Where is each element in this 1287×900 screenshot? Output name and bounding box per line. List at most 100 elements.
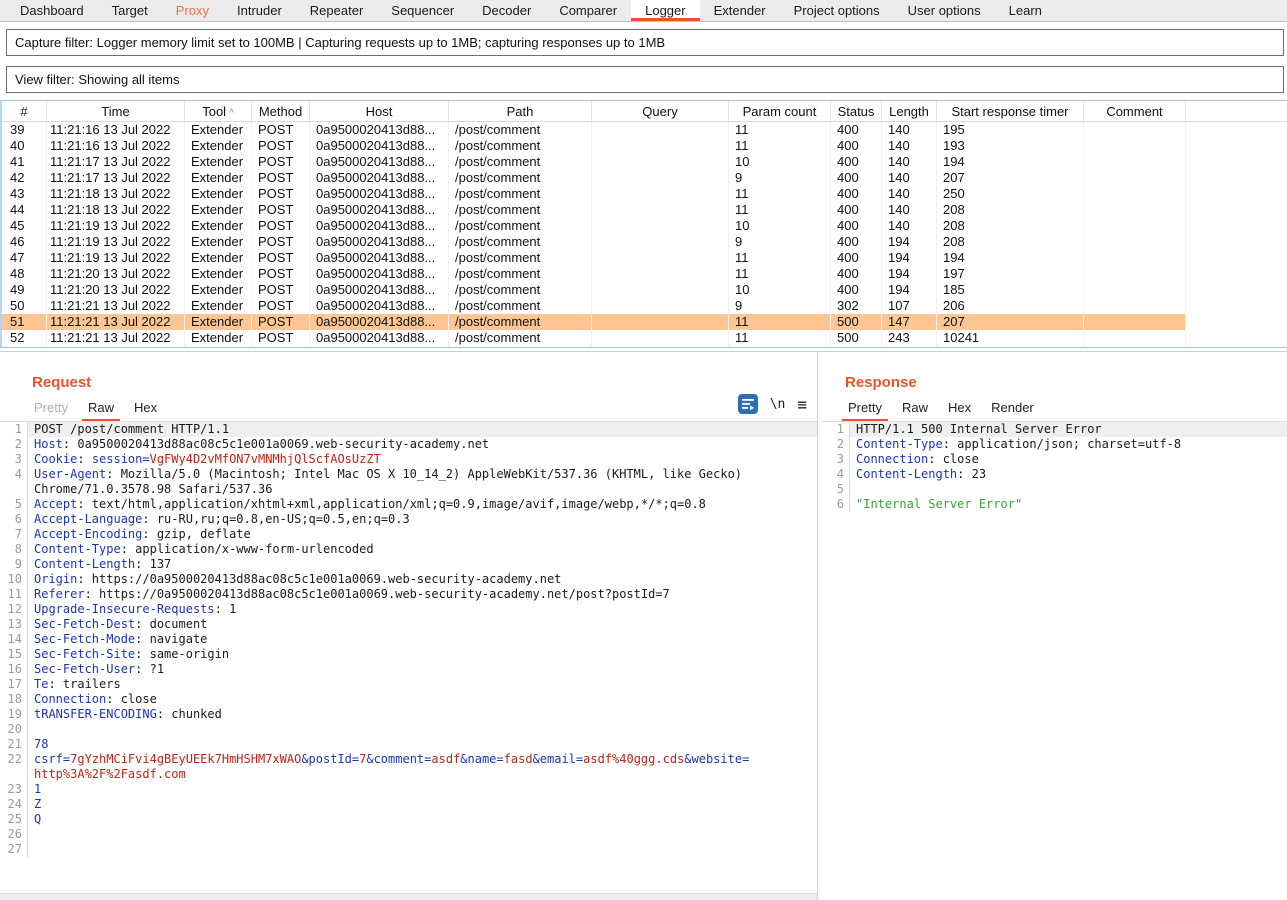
line-content: Accept-Language: ru-RU,ru;q=0.8,en-US;q=… [28,512,817,527]
editor-line: 11Referer: https://0a9500020413d88ac08c5… [0,587,817,602]
editor-menu-icon[interactable]: ≡ [797,395,807,414]
cell-path: /post/comment [449,282,592,298]
table-row[interactable]: 4211:21:17 13 Jul 2022ExtenderPOST0a9500… [2,170,1287,186]
column-header-status[interactable]: Status [831,101,882,121]
request-tab-pretty[interactable]: Pretty [24,398,78,422]
tab-logger[interactable]: Logger [631,0,699,21]
cell-start-response-timer: 10241 [937,330,1084,346]
response-tab-render[interactable]: Render [981,398,1044,422]
tab-intruder[interactable]: Intruder [223,0,296,21]
table-row[interactable]: 5011:21:21 13 Jul 2022ExtenderPOST0a9500… [2,298,1287,314]
tab-extender[interactable]: Extender [700,0,780,21]
table-row[interactable]: 5111:21:21 13 Jul 2022ExtenderPOST0a9500… [2,314,1287,330]
cell-status: 500 [831,330,882,346]
view-filter-bar[interactable]: View filter: Showing all items [6,66,1284,93]
cell-time: 11:21:18 13 Jul 2022 [47,202,185,218]
request-tab-hex[interactable]: Hex [124,398,167,422]
tab-dashboard[interactable]: Dashboard [6,0,98,21]
column-header-tool[interactable]: Tool^ [185,101,252,121]
tab-target[interactable]: Target [98,0,162,21]
column-header-query[interactable]: Query [592,101,729,121]
column-header-start-response-timer[interactable]: Start response timer [937,101,1084,121]
cell-query [592,186,729,202]
column-header-host[interactable]: Host [310,101,449,121]
cell-tool: Extender [185,314,252,330]
column-header-length[interactable]: Length [882,101,937,121]
cell--: 43 [2,186,47,202]
line-number: 7 [0,527,28,542]
newline-toggle-icon[interactable]: \n [770,397,786,412]
request-tab-raw[interactable]: Raw [78,398,124,422]
table-row[interactable]: 4011:21:16 13 Jul 2022ExtenderPOST0a9500… [2,138,1287,154]
editor-line: 3Cookie: session=VgFWy4D2vMfON7vMNMhjQlS… [0,452,817,467]
tab-proxy[interactable]: Proxy [162,0,223,21]
editor-line: 7Accept-Encoding: gzip, deflate [0,527,817,542]
cell-query [592,314,729,330]
cell-time: 11:21:20 13 Jul 2022 [47,266,185,282]
line-number: 3 [822,452,850,467]
table-row[interactable]: 4911:21:20 13 Jul 2022ExtenderPOST0a9500… [2,282,1287,298]
tab-repeater[interactable]: Repeater [296,0,377,21]
editor-line: 1POST /post/comment HTTP/1.1 [0,422,817,437]
tab-user-options[interactable]: User options [894,0,995,21]
cell-path: /post/comment [449,186,592,202]
tab-project-options[interactable]: Project options [780,0,894,21]
line-content: Accept: text/html,application/xhtml+xml,… [28,497,817,512]
table-row[interactable]: 4111:21:17 13 Jul 2022ExtenderPOST0a9500… [2,154,1287,170]
table-row[interactable]: 4611:21:19 13 Jul 2022ExtenderPOST0a9500… [2,234,1287,250]
tab-decoder[interactable]: Decoder [468,0,545,21]
column-header-path[interactable]: Path [449,101,592,121]
cell-status: 400 [831,122,882,138]
response-tabs: PrettyRawHexRender [838,398,1044,422]
tab-learn[interactable]: Learn [995,0,1056,21]
response-editor[interactable]: 1HTTP/1.1 500 Internal Server Error2Cont… [822,422,1287,900]
table-row[interactable]: 4411:21:18 13 Jul 2022ExtenderPOST0a9500… [2,202,1287,218]
table-row[interactable]: 4811:21:20 13 Jul 2022ExtenderPOST0a9500… [2,266,1287,282]
editor-line: 8Content-Type: application/x-www-form-ur… [0,542,817,557]
editor-line: 16Sec-Fetch-User: ?1 [0,662,817,677]
table-row[interactable]: 4311:21:18 13 Jul 2022ExtenderPOST0a9500… [2,186,1287,202]
response-tab-raw[interactable]: Raw [892,398,938,422]
cell-query [592,138,729,154]
column-header--[interactable]: # [2,101,47,121]
cell-length: 140 [882,170,937,186]
tab-sequencer[interactable]: Sequencer [377,0,468,21]
editor-line: 18Connection: close [0,692,817,707]
editor-line: 20 [0,722,817,737]
table-row[interactable]: 4711:21:19 13 Jul 2022ExtenderPOST0a9500… [2,250,1287,266]
cell-param-count: 10 [729,282,831,298]
editor-line: 5 [822,482,1287,497]
request-editor[interactable]: 1POST /post/comment HTTP/1.12Host: 0a950… [0,422,817,893]
table-row[interactable]: 4511:21:19 13 Jul 2022ExtenderPOST0a9500… [2,218,1287,234]
cell-length: 140 [882,154,937,170]
cell-comment [1084,154,1186,170]
request-tabs: PrettyRawHex [24,398,167,422]
tab-comparer[interactable]: Comparer [545,0,631,21]
line-content: "Internal Server Error" [850,497,1287,512]
cell-start-response-timer: 250 [937,186,1084,202]
table-row[interactable]: 3911:21:16 13 Jul 2022ExtenderPOST0a9500… [2,122,1287,138]
cell-path: /post/comment [449,138,592,154]
cell-status: 400 [831,282,882,298]
line-number: 12 [0,602,28,617]
cell-comment [1084,298,1186,314]
cell-status: 400 [831,202,882,218]
line-content [28,722,817,737]
cell-param-count: 10 [729,218,831,234]
editor-line: 6Accept-Language: ru-RU,ru;q=0.8,en-US;q… [0,512,817,527]
cell-host: 0a9500020413d88... [310,170,449,186]
column-header-comment[interactable]: Comment [1084,101,1186,121]
word-wrap-icon[interactable] [738,394,758,414]
column-header-method[interactable]: Method [252,101,310,121]
response-tab-pretty[interactable]: Pretty [838,398,892,422]
response-tab-hex[interactable]: Hex [938,398,981,422]
request-horizontal-scrollbar[interactable] [0,893,817,900]
cell-method: POST [252,250,310,266]
cell-time: 11:21:21 13 Jul 2022 [47,298,185,314]
capture-filter-bar[interactable]: Capture filter: Logger memory limit set … [6,29,1284,56]
column-header-time[interactable]: Time [47,101,185,121]
cell-param-count: 9 [729,298,831,314]
column-header-param-count[interactable]: Param count [729,101,831,121]
cell-param-count: 11 [729,122,831,138]
table-row[interactable]: 5211:21:21 13 Jul 2022ExtenderPOST0a9500… [2,330,1287,346]
